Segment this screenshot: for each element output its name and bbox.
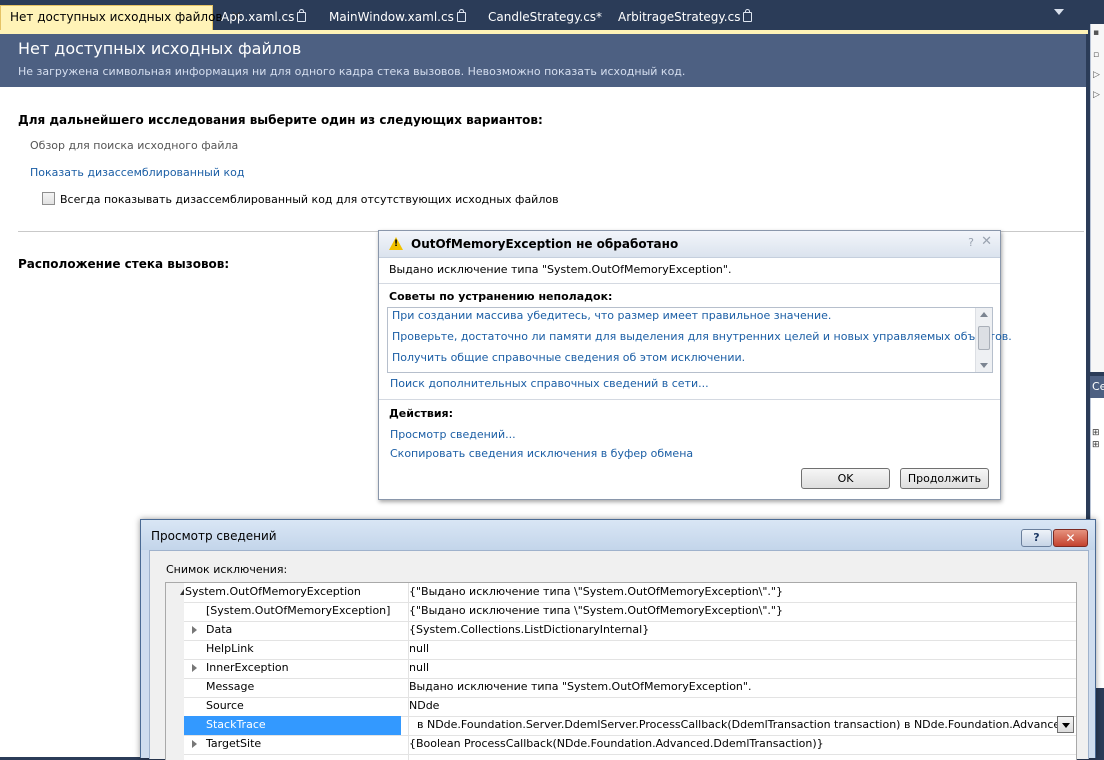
panel-icon[interactable]: ⊞: [1092, 440, 1100, 450]
property-row[interactable]: [System.OutOfMemoryException] {"Выдано и…: [184, 602, 1076, 622]
property-row[interactable]: Data {System.Collections.ListDictionaryI…: [184, 621, 1076, 641]
separator: [379, 399, 1000, 400]
tab-label: CandleStrategy.cs*: [488, 10, 603, 24]
tab-dropdown-icon[interactable]: [1054, 9, 1064, 15]
expand-icon[interactable]: [192, 740, 197, 748]
page-title: Нет доступных исходных файлов: [18, 39, 302, 58]
right-panel-tab[interactable]: Се: [1090, 376, 1104, 398]
property-value: {System.Collections.ListDictionaryIntern…: [409, 623, 650, 636]
always-show-disassembly-option[interactable]: Всегда показывать дизассемблированный ко…: [42, 192, 559, 206]
tab-no-source[interactable]: Нет доступных исходных файлов ✕: [0, 5, 242, 30]
lock-icon: [297, 9, 307, 22]
always-show-label: Всегда показывать дизассемблированный ко…: [60, 193, 559, 206]
tab-candlestrategy-cs[interactable]: CandleStrategy.cs*: [479, 6, 604, 28]
copy-exception-link[interactable]: Скопировать сведения исключения в буфер …: [390, 447, 693, 460]
property-value: null: [409, 642, 430, 655]
lock-icon: [743, 9, 753, 22]
property-name: [System.OutOfMemoryException]: [206, 604, 391, 617]
scroll-thumb[interactable]: [978, 326, 990, 350]
property-value: {"Выдано исключение типа \"System.OutOfM…: [409, 585, 783, 598]
help-icon[interactable]: ?: [968, 236, 974, 249]
page-subtitle: Не загружена символьная информация ни дл…: [18, 65, 686, 78]
property-name: Message: [206, 680, 255, 693]
panel-icon[interactable]: ▪: [1093, 28, 1099, 38]
tab-mainwindow-xaml-cs[interactable]: MainWindow.xaml.cs: [320, 6, 470, 28]
exception-helper-popup: OutOfMemoryException не обработано ? ✕ В…: [378, 230, 1012, 500]
property-value[interactable]: в NDde.Foundation.Server.DdemlServer.Pro…: [417, 718, 1057, 731]
property-row[interactable]: TargetSite {Boolean ProcessCallback(NDde…: [184, 735, 1076, 755]
exception-message: Выдано исключение типа "System.OutOfMemo…: [389, 263, 732, 276]
close-icon[interactable]: ✕: [981, 234, 992, 249]
tip-link[interactable]: Проверьте, достаточно ли памяти для выде…: [392, 330, 1012, 343]
expand-icon[interactable]: ▷: [1093, 90, 1100, 100]
view-details-link[interactable]: Просмотр сведений...: [390, 428, 516, 441]
exception-property-grid: System.OutOfMemoryException {"Выдано иск…: [165, 582, 1077, 760]
property-row[interactable]: System.OutOfMemoryException {"Выдано иск…: [180, 583, 1076, 603]
close-button[interactable]: ✕: [1053, 529, 1088, 547]
exception-helper-header: OutOfMemoryException не обработано ? ✕: [379, 231, 1000, 258]
tab-app-xaml-cs[interactable]: App.xaml.cs: [212, 6, 312, 28]
panel-icon[interactable]: ⊞: [1092, 428, 1100, 438]
tip-link[interactable]: При создании массива убедитесь, что разм…: [392, 309, 831, 322]
browse-source-link[interactable]: Обзор для поиска исходного файла: [30, 139, 238, 152]
document-tab-strip: Нет доступных исходных файлов ✕ App.xaml.…: [0, 0, 1088, 30]
options-heading: Для дальнейшего исследования выберите од…: [18, 113, 543, 127]
tab-label: App.xaml.cs: [221, 10, 295, 24]
ok-button[interactable]: OK: [801, 468, 890, 489]
tab-label: ArbitrageStrategy.cs: [618, 10, 741, 24]
troubleshooting-heading: Советы по устранению неполадок:: [389, 290, 613, 303]
actions-heading: Действия:: [389, 407, 453, 420]
collapse-icon[interactable]: [180, 589, 184, 595]
expand-icon[interactable]: [192, 664, 197, 672]
tab-label: Нет доступных исходных файлов: [10, 10, 223, 24]
dialog-body: Снимок исключения: System.OutOfMemoryExc…: [149, 550, 1089, 760]
right-dock-panel-top: ▪ ▫ ▷ ▷: [1090, 24, 1104, 372]
scroll-down-icon[interactable]: [980, 363, 988, 368]
property-value: {"Выдано исключение типа \"System.OutOfM…: [409, 604, 783, 617]
continue-button[interactable]: Продолжить: [900, 468, 989, 489]
property-row[interactable]: Source NDde: [184, 697, 1076, 717]
lock-icon: [456, 9, 466, 22]
show-disassembly-link[interactable]: Показать дизассемблированный код: [30, 166, 244, 179]
property-name: InnerException: [206, 661, 289, 674]
property-row[interactable]: HelpLink null: [184, 640, 1076, 660]
property-row[interactable]: Message Выдано исключение типа "System.O…: [184, 678, 1076, 698]
property-name: Source: [206, 699, 244, 712]
property-name: HelpLink: [206, 642, 254, 655]
dialog-titlebar: Просмотр сведений ? ✕: [141, 520, 1095, 550]
property-value: {Boolean ProcessCallback(NDde.Foundation…: [409, 737, 824, 750]
property-value: Выдано исключение типа "System.OutOfMemo…: [409, 680, 752, 693]
value-dropdown-button[interactable]: [1057, 716, 1074, 733]
help-button[interactable]: ?: [1021, 529, 1052, 547]
property-value: NDde: [409, 699, 440, 712]
document-header: Нет доступных исходных файлов Не загруже…: [0, 34, 1086, 87]
troubleshooting-tips-list: При создании массива убедитесь, что разм…: [387, 307, 1012, 373]
call-stack-heading: Расположение стека вызовов:: [18, 257, 230, 271]
panel-icon[interactable]: ▫: [1093, 50, 1099, 60]
dialog-title: Просмотр сведений: [151, 529, 277, 543]
property-row[interactable]: InnerException null: [184, 659, 1076, 679]
warning-icon: [389, 237, 403, 250]
expand-icon[interactable]: ▷: [1093, 70, 1100, 80]
expand-icon[interactable]: [192, 626, 197, 634]
property-value: null: [409, 661, 430, 674]
scroll-up-icon[interactable]: [980, 312, 988, 317]
exception-title: OutOfMemoryException не обработано: [411, 237, 679, 251]
property-name: System.OutOfMemoryException: [185, 585, 361, 598]
separator: [379, 283, 1000, 284]
view-details-dialog: Просмотр сведений ? ✕ Снимок исключения:…: [140, 519, 1096, 760]
tab-arbitragestrategy-cs[interactable]: ArbitrageStrategy.cs: [609, 6, 753, 28]
search-online-help-link[interactable]: Поиск дополнительных справочных сведений…: [390, 377, 709, 390]
property-name: TargetSite: [206, 737, 262, 750]
property-row-selected[interactable]: StackTrace в NDde.Foundation.Server.Ddem…: [184, 716, 1076, 736]
grid-gutter: [166, 583, 184, 760]
tab-label: MainWindow.xaml.cs: [329, 10, 454, 24]
property-name: Data: [206, 623, 233, 636]
tips-scrollbar[interactable]: [975, 308, 992, 372]
always-show-checkbox[interactable]: [42, 192, 55, 205]
exception-snapshot-label: Снимок исключения:: [166, 563, 288, 576]
tip-link[interactable]: Получить общие справочные сведения об эт…: [392, 351, 745, 364]
property-name: StackTrace: [206, 718, 266, 731]
